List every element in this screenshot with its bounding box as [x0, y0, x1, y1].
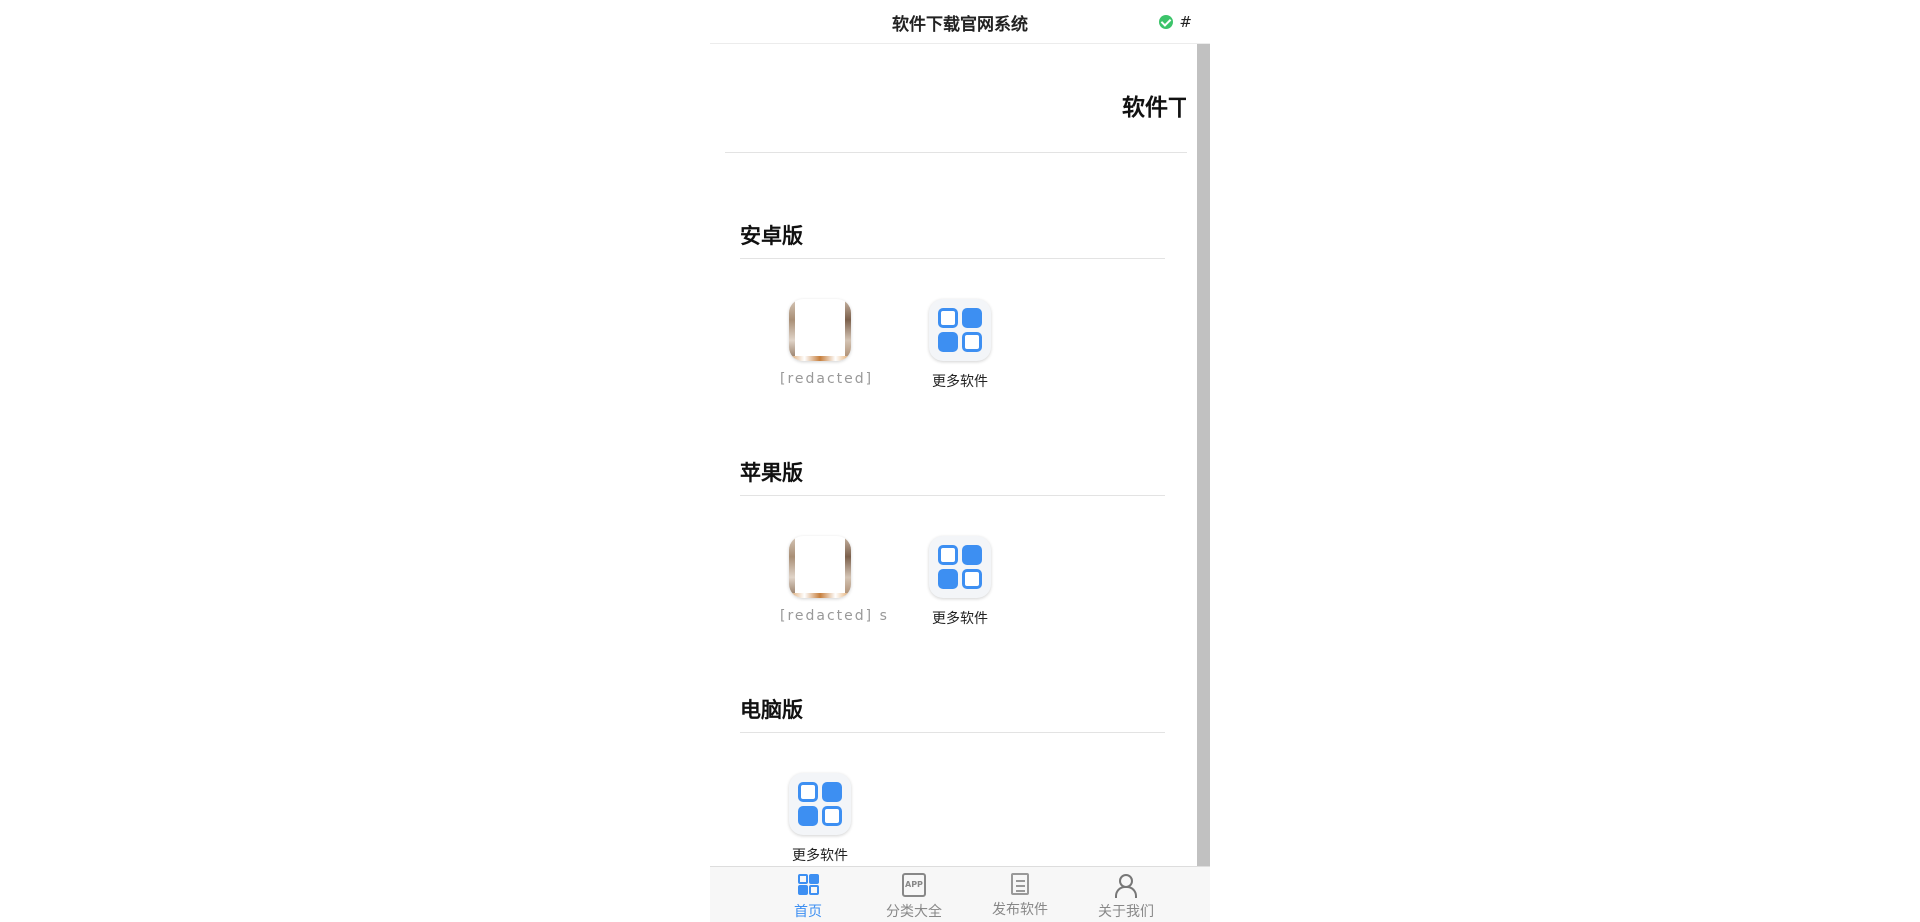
check-circle-icon [1159, 15, 1174, 29]
app-label: [redacted] s [780, 608, 889, 624]
app-photo-icon [789, 299, 851, 361]
document-icon [1011, 873, 1029, 895]
app-item[interactable]: [redacted] [780, 299, 874, 387]
vertical-scrollbar[interactable] [1197, 44, 1210, 866]
tab-label: 首页 [794, 904, 822, 920]
content-scroll-area[interactable]: 软件丅 安卓版 [redacted] 更多软件 苹果版 [redacted] s… [710, 44, 1210, 866]
app-photo-icon [789, 536, 851, 598]
tab-label: 分类大全 [886, 904, 942, 920]
section-title: 安卓版 [740, 220, 1165, 259]
section-title: 苹果版 [740, 457, 1165, 496]
app-label: [redacted] [780, 371, 874, 387]
section-android: 安卓版 [redacted] 更多软件 [740, 220, 1165, 399]
tab-label: 发布软件 [992, 902, 1048, 918]
mobile-app-frame: 软件下载官网系统 # 软件丅 安卓版 [redacted] 更多软件 苹果版 [… [710, 0, 1210, 922]
app-label: 更多软件 [932, 374, 988, 390]
tab-about[interactable]: 关于我们 [1073, 867, 1179, 922]
tab-home[interactable]: 首页 [755, 867, 861, 922]
tab-publish[interactable]: 发布软件 [967, 867, 1073, 922]
more-apps-grid-icon [789, 773, 851, 835]
section-title: 电脑版 [740, 694, 1165, 733]
banner-divider [725, 152, 1187, 153]
app-label: 更多软件 [792, 848, 848, 864]
users-icon [1114, 873, 1138, 898]
top-bar: 软件下载官网系统 # [710, 0, 1210, 44]
more-apps-grid-icon [929, 299, 991, 361]
app-list: [redacted] 更多软件 [740, 259, 1165, 399]
section-ios: 苹果版 [redacted] s 更多软件 [740, 457, 1165, 636]
app-list: [redacted] s 更多软件 [740, 496, 1165, 636]
tab-label: 关于我们 [1098, 904, 1154, 920]
hash-link[interactable]: # [1179, 13, 1192, 31]
bottom-tab-bar: 首页 分类大全 发布软件 关于我们 [710, 866, 1210, 922]
section-pc: 电脑版 更多软件 [740, 694, 1165, 866]
more-apps-item[interactable]: 更多软件 [780, 773, 860, 865]
more-apps-item[interactable]: 更多软件 [920, 299, 1000, 391]
app-label: 更多软件 [932, 611, 988, 627]
more-apps-item[interactable]: 更多软件 [920, 536, 1000, 628]
more-apps-grid-icon [929, 536, 991, 598]
status-area: # [1159, 13, 1192, 31]
home-grid-icon [796, 873, 820, 897]
page-title: 软件下载官网系统 [892, 15, 1028, 35]
app-category-icon [902, 873, 926, 897]
app-list: 更多软件 [740, 733, 1165, 866]
tab-categories[interactable]: 分类大全 [861, 867, 967, 922]
app-item[interactable]: [redacted] s [780, 536, 889, 624]
banner-title: 软件丅 [1122, 95, 1186, 121]
